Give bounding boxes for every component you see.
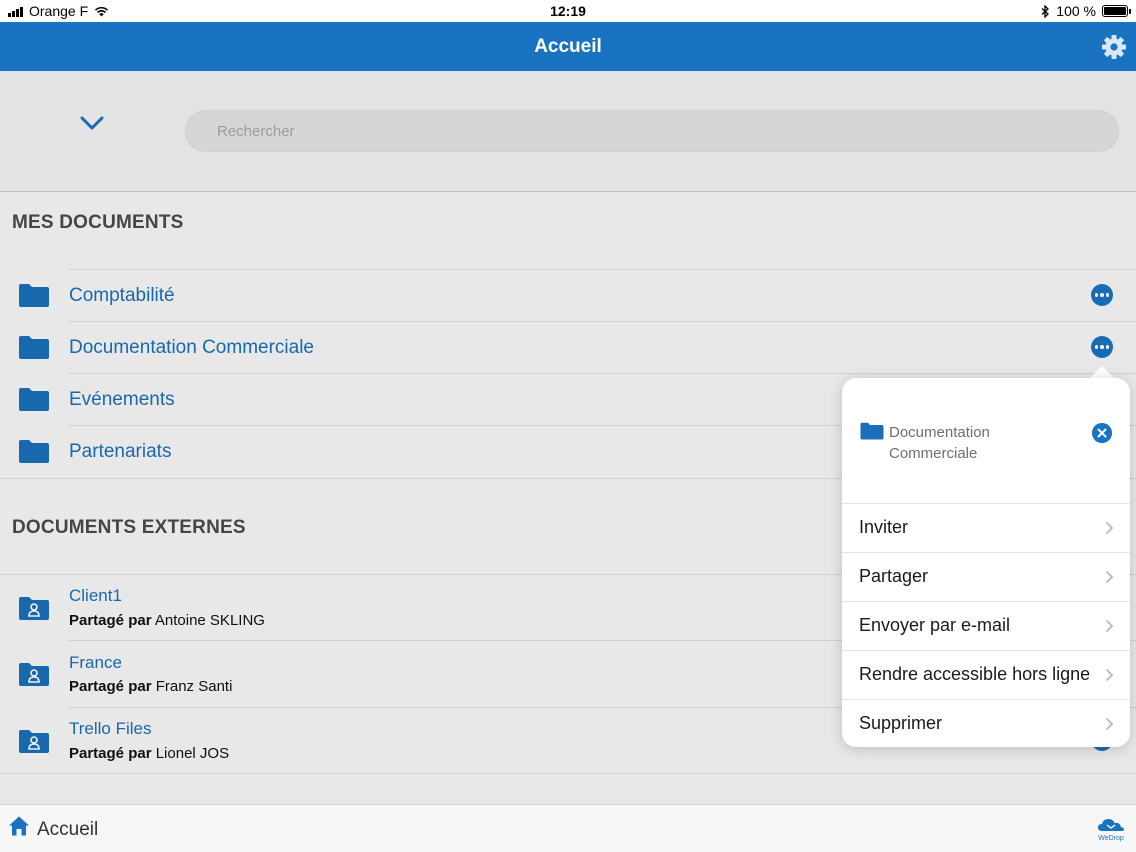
home-icon[interactable] xyxy=(8,815,30,837)
action-label: Inviter xyxy=(859,517,909,537)
logo-text: WeDrop xyxy=(1098,835,1124,842)
chevron-right-icon xyxy=(1105,619,1114,633)
shared-folder-name: Client1 xyxy=(69,586,122,605)
chevron-right-icon xyxy=(1105,570,1114,584)
folder-icon xyxy=(19,440,49,463)
folder-label: Documentation Commerciale xyxy=(69,337,314,358)
shared-folder-icon xyxy=(19,597,49,620)
shared-by-owner: Antoine SKLING xyxy=(154,612,265,629)
bluetooth-icon xyxy=(1041,4,1050,18)
popover-action-list: Inviter Partager Envoyer par e-mail Rend… xyxy=(842,503,1130,748)
shared-folder-name: France xyxy=(69,653,122,672)
search-area xyxy=(0,71,1136,192)
divider xyxy=(0,773,1136,774)
shared-by-label: Partagé par xyxy=(69,745,152,762)
divider xyxy=(69,321,1136,322)
battery-icon xyxy=(1102,5,1131,17)
folder-icon xyxy=(19,284,49,307)
folder-icon xyxy=(19,336,49,359)
shared-by-label: Partagé par xyxy=(69,612,152,629)
delete-action[interactable]: Supprimer xyxy=(842,699,1130,748)
shared-by-label: Partagé par xyxy=(69,678,152,695)
action-label: Partager xyxy=(859,566,929,586)
home-label[interactable]: Accueil xyxy=(37,819,98,841)
popover-title-line2: Commerciale xyxy=(889,445,978,462)
status-time: 12:19 xyxy=(550,3,586,19)
divider xyxy=(69,269,1136,270)
gear-icon[interactable] xyxy=(1100,33,1128,61)
section-title-external-documents: DOCUMENTS EXTERNES xyxy=(12,517,246,538)
actions-popover: Documentation Commerciale Inviter Partag… xyxy=(842,378,1130,747)
folder-icon xyxy=(19,388,49,411)
shared-folder-icon xyxy=(19,663,49,686)
action-label: Rendre accessible hors ligne xyxy=(859,664,1091,684)
battery-percent: 100 % xyxy=(1056,3,1096,19)
popover-title-line1: Documentation xyxy=(889,424,990,441)
folder-icon xyxy=(860,422,884,440)
navigation-bar: Accueil xyxy=(0,22,1136,71)
shared-by-owner: Lionel JOS xyxy=(155,745,230,762)
page-title: Accueil xyxy=(534,36,602,57)
wedrop-logo-icon: WeDrop xyxy=(1098,819,1124,842)
more-options-icon[interactable] xyxy=(1091,336,1113,358)
section-title-my-documents: MES DOCUMENTS xyxy=(12,212,184,233)
share-action[interactable]: Partager xyxy=(842,552,1130,601)
chevron-down-icon[interactable] xyxy=(74,109,110,137)
invite-action[interactable]: Inviter xyxy=(842,503,1130,552)
folder-label: Partenariats xyxy=(69,441,172,462)
search-input[interactable] xyxy=(185,110,1119,152)
shared-folder-name: Trello Files xyxy=(69,719,152,738)
close-icon[interactable] xyxy=(1092,423,1112,443)
make-offline-action[interactable]: Rendre accessible hors ligne xyxy=(842,650,1130,699)
chevron-right-icon xyxy=(1105,668,1114,682)
more-options-icon[interactable] xyxy=(1091,284,1113,306)
folder-label: Evénements xyxy=(69,389,175,410)
divider xyxy=(69,373,1136,374)
folder-label: Comptabilité xyxy=(69,285,175,306)
bottom-bar: Accueil WeDrop xyxy=(0,804,1136,852)
send-email-action[interactable]: Envoyer par e-mail xyxy=(842,601,1130,650)
action-label: Supprimer xyxy=(859,713,943,733)
shared-folder-icon xyxy=(19,730,49,753)
status-bar: Orange F 12:19 100 % xyxy=(0,0,1136,22)
shared-by-owner: Franz Santi xyxy=(155,678,233,695)
chevron-right-icon xyxy=(1105,717,1114,731)
action-label: Envoyer par e-mail xyxy=(859,615,1011,635)
chevron-right-icon xyxy=(1105,521,1114,535)
